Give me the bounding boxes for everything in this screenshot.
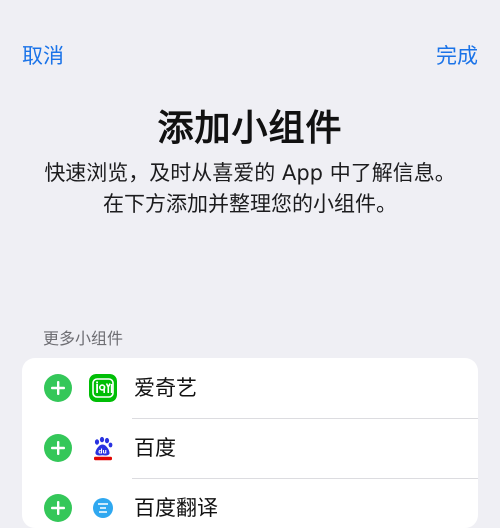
baidu-translate-icon — [89, 494, 117, 522]
plus-icon — [51, 501, 65, 515]
plus-icon — [51, 441, 65, 455]
cancel-button[interactable]: 取消 — [22, 40, 64, 72]
done-button[interactable]: 完成 — [436, 40, 478, 72]
widget-row-baidu-translate[interactable]: 百度翻译 — [22, 478, 478, 528]
section-header: 更多小组件 — [43, 329, 124, 348]
plus-icon — [51, 381, 65, 395]
widget-name: 百度 — [134, 436, 176, 460]
navigation-bar: 取消 完成 — [0, 40, 500, 74]
add-widget-button[interactable] — [44, 434, 72, 462]
baidu-icon: du — [89, 434, 117, 462]
widget-row-iqiyi[interactable]: 爱奇艺 — [22, 358, 478, 418]
iqiyi-icon — [89, 374, 117, 402]
widget-list: 爱奇艺 du 百度 百度翻译 — [22, 358, 478, 528]
widget-name: 百度翻译 — [134, 496, 218, 520]
widget-row-baidu[interactable]: du 百度 — [22, 418, 478, 478]
page-subtitle: 快速浏览，及时从喜爱的 App 中了解信息。在下方添加并整理您的小组件。 — [44, 161, 456, 216]
page-title: 添加小组件 — [157, 108, 343, 149]
widget-name: 爱奇艺 — [134, 376, 197, 400]
svg-text:du: du — [98, 449, 107, 456]
add-widget-button[interactable] — [44, 374, 72, 402]
add-widget-button[interactable] — [44, 494, 72, 522]
